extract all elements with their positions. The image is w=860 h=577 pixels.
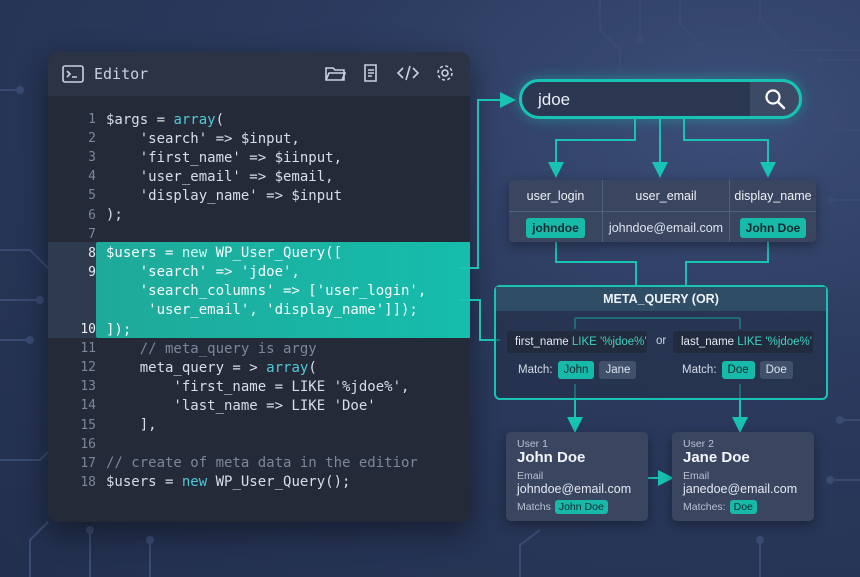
column-header: user_email bbox=[603, 180, 729, 212]
search-button[interactable] bbox=[750, 79, 802, 119]
column-user-email: user_email johndoe@email.com bbox=[603, 180, 730, 242]
column-user-login: user_login johndoe bbox=[509, 180, 603, 242]
value-chip: John Doe bbox=[739, 217, 807, 238]
column-header: user_login bbox=[509, 180, 602, 212]
matches-row: Matchs John Doe bbox=[517, 500, 608, 514]
match-chip: Jane bbox=[599, 361, 637, 379]
user-name: John Doe bbox=[517, 449, 586, 466]
matches-label: Matches: bbox=[683, 501, 726, 513]
user-card-2[interactable]: User 2 Jane Doe Email janedoe@email.com … bbox=[672, 432, 814, 521]
match-chip: John Doe bbox=[554, 500, 608, 514]
search-input[interactable]: jdoe bbox=[538, 90, 570, 110]
column-header: display_name bbox=[730, 180, 816, 212]
condition-operator: LIKE '%jdoe%' bbox=[571, 336, 647, 348]
condition-last-name: last_name LIKE '%jdoe%' bbox=[673, 331, 813, 353]
meta-query-panel: META_QUERY (OR) first_name LIKE '%jdoe%'… bbox=[494, 285, 828, 400]
match-chip: Doe bbox=[729, 500, 757, 514]
matches-label: Matchs bbox=[517, 501, 551, 513]
condition-field: first_name bbox=[515, 336, 569, 348]
cell-value: johndoe@email.com bbox=[608, 220, 724, 235]
match-label: Match: bbox=[518, 364, 553, 376]
match-chip-active: Doe bbox=[721, 361, 755, 379]
search-icon bbox=[764, 89, 785, 110]
search-box[interactable]: jdoe bbox=[519, 79, 802, 119]
user-card-1[interactable]: User 1 John Doe Email johndoe@email.com … bbox=[506, 432, 648, 521]
match-row-last: Match: Doe Doe bbox=[682, 361, 793, 379]
search-columns-table: user_login johndoe user_email johndoe@em… bbox=[509, 180, 816, 242]
matches-row: Matches: Doe bbox=[683, 500, 757, 514]
match-row-first: Match: John Jane bbox=[518, 361, 637, 379]
match-chip-active: John bbox=[557, 361, 595, 379]
column-display-name: display_name John Doe bbox=[730, 180, 816, 242]
or-label: or bbox=[656, 335, 667, 347]
email-label: Email bbox=[683, 470, 710, 482]
condition-first-name: first_name LIKE '%jdoe%' bbox=[507, 331, 647, 353]
condition-field: last_name bbox=[681, 336, 735, 348]
value-chip: johndoe bbox=[526, 217, 585, 238]
email-label: Email bbox=[517, 470, 544, 482]
condition-operator: LIKE '%jdoe%' bbox=[737, 336, 812, 348]
match-chip: Doe bbox=[759, 361, 793, 379]
meta-query-title: META_QUERY (OR) bbox=[496, 287, 826, 311]
user-email: janedoe@email.com bbox=[683, 482, 798, 496]
user-name: Jane Doe bbox=[683, 449, 750, 466]
match-label: Match: bbox=[682, 364, 717, 376]
user-email: johndoe@email.com bbox=[517, 482, 632, 496]
